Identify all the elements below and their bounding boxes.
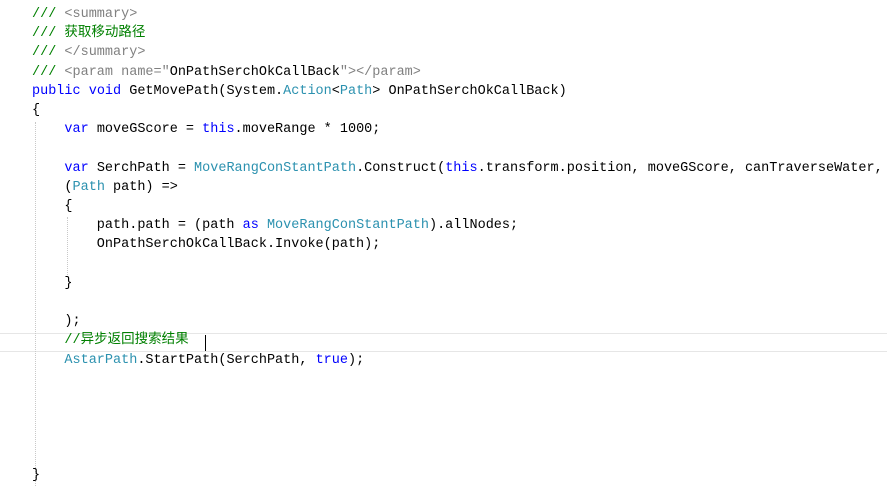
code-token: var (64, 122, 89, 138)
code-token: this (202, 122, 235, 138)
code-token: /// (32, 45, 65, 61)
code-token: .transform.position, moveGScore, canTrav… (477, 160, 883, 176)
code-token: 获取移动路径 (64, 26, 146, 42)
code-line[interactable]: /// </summary> (0, 43, 887, 62)
code-token: { (32, 199, 73, 214)
code-token: < (331, 83, 340, 99)
code-token: ( (32, 179, 73, 195)
code-token: Path (72, 179, 105, 195)
code-line[interactable]: OnPathSerchOkCallBack.Invoke(path); (0, 235, 887, 254)
code-token: .StartPath(SerchPath, (137, 352, 316, 368)
code-line[interactable]: //异步返回搜索结果 (0, 331, 887, 350)
code-token: .Construct( (356, 160, 446, 176)
code-editor[interactable]: /// <summary>/// 获取移动路径/// </summary>///… (0, 0, 887, 494)
code-token: public (32, 83, 81, 99)
code-line[interactable]: ); (0, 312, 887, 331)
code-token: <summary> (64, 7, 138, 22)
code-token: Path (339, 83, 373, 99)
code-line[interactable]: public void GetMovePath(System.Action<Pa… (0, 82, 887, 101)
code-token: </summary> (64, 45, 146, 61)
code-token: SerchPath = (88, 160, 195, 176)
code-token: AstarPath (64, 352, 138, 368)
code-token: .moveRange * 1000; (234, 122, 381, 138)
code-token: "></param> (339, 64, 421, 80)
code-line[interactable]: AstarPath.StartPath(SerchPath, true); (0, 351, 887, 370)
code-token: /// (32, 7, 65, 22)
code-line[interactable] (0, 255, 887, 274)
code-token: /// (32, 26, 65, 42)
code-line[interactable] (0, 389, 887, 408)
code-token: OnPathSerchOkCallBack (169, 64, 340, 80)
text-caret (205, 335, 206, 351)
code-token: ); (347, 352, 365, 368)
code-token: path.path = (path (32, 218, 243, 234)
code-token: ).allNodes; (428, 218, 519, 234)
code-line[interactable] (0, 408, 887, 427)
code-token: ); (32, 314, 81, 330)
code-token: } (32, 467, 41, 483)
code-token: /// (32, 64, 65, 80)
code-token: path) => (104, 179, 178, 195)
code-token: //异步返回搜索结果 (64, 333, 189, 349)
code-token: void (88, 83, 122, 99)
code-token: moveGScore = (88, 122, 203, 138)
code-token: this (445, 160, 478, 176)
code-token: } (32, 275, 73, 291)
code-token: var (64, 160, 89, 176)
code-line[interactable]: path.path = (path as MoveRangConStantPat… (0, 216, 887, 235)
code-line[interactable]: /// <summary> (0, 5, 887, 24)
code-line[interactable] (0, 427, 887, 446)
code-token: MoveRangConStantPath (266, 218, 429, 234)
code-line[interactable]: /// 获取移动路径 (0, 24, 887, 43)
code-token: as (242, 218, 259, 234)
code-token: Action (283, 83, 332, 99)
code-line[interactable]: { (0, 197, 887, 216)
code-line[interactable]: /// <param name="OnPathSerchOkCallBack">… (0, 63, 887, 82)
code-line[interactable]: } (0, 274, 887, 293)
code-line[interactable]: } (0, 466, 887, 485)
code-line[interactable]: var moveGScore = this.moveRange * 1000; (0, 120, 887, 139)
code-token: OnPathSerchOkCallBack.Invoke(path); (32, 237, 381, 253)
code-line[interactable] (0, 293, 887, 312)
code-token: <param name=" (64, 64, 170, 80)
code-token: { (32, 103, 41, 118)
code-line[interactable]: { (0, 101, 887, 120)
code-token: GetMovePath(System. (121, 83, 284, 99)
code-line[interactable] (0, 447, 887, 466)
code-line[interactable]: var SerchPath = MoveRangConStantPath.Con… (0, 159, 887, 178)
code-line[interactable]: (Path path) => (0, 178, 887, 197)
code-token: true (315, 352, 348, 368)
code-token: > OnPathSerchOkCallBack) (372, 83, 567, 99)
code-line[interactable] (0, 139, 887, 158)
code-token: MoveRangConStantPath (194, 160, 357, 176)
code-line[interactable] (0, 370, 887, 389)
